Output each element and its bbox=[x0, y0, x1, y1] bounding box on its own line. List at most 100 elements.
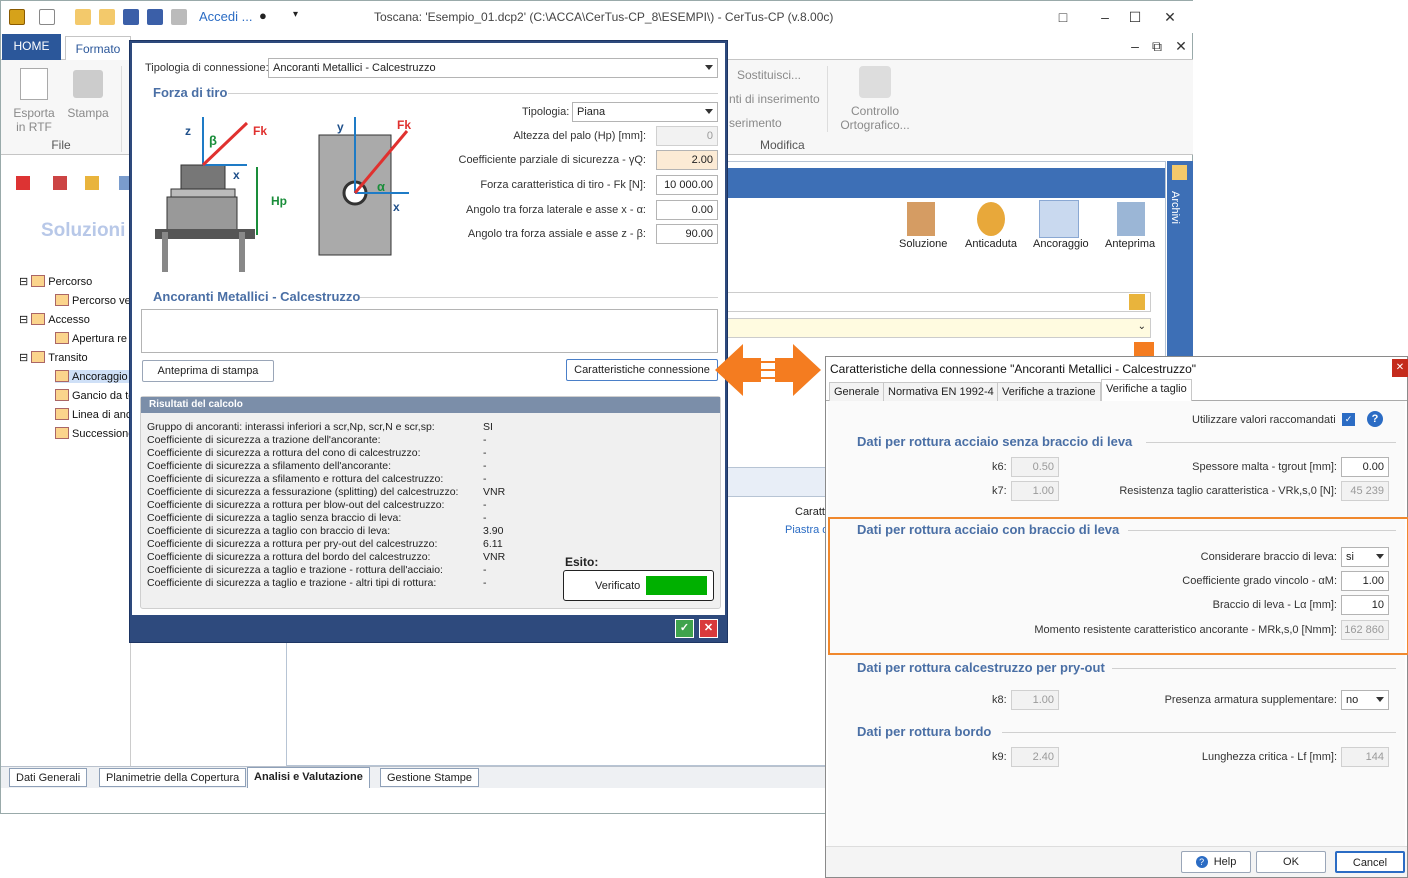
fig-y: y bbox=[337, 120, 344, 134]
tree-item-apertura[interactable]: Apertura re bbox=[55, 332, 127, 345]
spessore-field[interactable]: 0.00 bbox=[1341, 457, 1389, 477]
utilizzare-checkbox[interactable]: ✓ bbox=[1342, 413, 1355, 426]
tab-dati-generali[interactable]: Dati Generali bbox=[9, 768, 88, 787]
anteprima-toolbar-button[interactable]: Anteprima bbox=[1105, 238, 1155, 250]
tab-planimetrie[interactable]: Planimetrie della Copertura bbox=[99, 768, 247, 787]
grid-cell[interactable]: Piastra d bbox=[785, 524, 828, 536]
result-label: Gruppo di ancoranti: interassi inferiori… bbox=[147, 421, 435, 433]
resistenza-field[interactable]: 45 239 bbox=[1341, 481, 1389, 501]
tree-item-successione[interactable]: Successione bbox=[55, 427, 134, 440]
esito-indicator bbox=[646, 576, 707, 595]
delete-icon[interactable] bbox=[16, 176, 30, 190]
anticaduta-button[interactable]: Anticaduta bbox=[965, 238, 1017, 250]
result-value: - bbox=[483, 499, 487, 511]
save-all-icon[interactable] bbox=[147, 9, 163, 25]
cancel-dialog-button[interactable]: ✕ bbox=[699, 619, 718, 638]
import-icon[interactable] bbox=[53, 176, 67, 190]
new-file-icon[interactable] bbox=[39, 9, 55, 25]
selector-field[interactable]: ⌄ bbox=[727, 318, 1151, 338]
punti-inserimento-button[interactable]: nti di inserimento bbox=[729, 92, 820, 106]
ancoranti-title: Ancoranti Metallici - Calcestruzzo bbox=[153, 289, 361, 304]
sec-pry-out: Dati per rottura calcestruzzo per pry-ou… bbox=[857, 660, 1105, 675]
confirm-button[interactable]: ✓ bbox=[675, 619, 694, 638]
help-icon: ? bbox=[1195, 856, 1208, 868]
forza-tiro-field[interactable]: 10 000.00 bbox=[656, 175, 718, 195]
coeff-vincolo-field[interactable]: 1.00 bbox=[1341, 571, 1389, 591]
result-value: VNR bbox=[483, 486, 506, 498]
stampa-button[interactable]: Stampa bbox=[63, 106, 113, 120]
tipologia-select[interactable]: Piana bbox=[572, 102, 718, 122]
tree-item-linea[interactable]: Linea di anc bbox=[55, 408, 131, 421]
print-icon[interactable] bbox=[171, 9, 187, 25]
dialog2-footer: ? Help OK Cancel bbox=[826, 846, 1407, 877]
mdi-close-button[interactable]: ✕ bbox=[1167, 36, 1195, 56]
presenza-select[interactable]: no bbox=[1341, 690, 1389, 710]
result-label: Coefficiente di sicurezza a sfilamento e… bbox=[147, 473, 444, 485]
inserimento-button[interactable]: serimento bbox=[729, 116, 782, 130]
path-field[interactable] bbox=[727, 292, 1151, 312]
tab-verifiche-taglio[interactable]: Verifiche a taglio bbox=[1101, 379, 1192, 402]
restore-ribbon-icon[interactable]: □ bbox=[1049, 7, 1077, 27]
tab-gestione-stampe[interactable]: Gestione Stampe bbox=[380, 768, 479, 787]
item-icon bbox=[55, 427, 69, 439]
qa-dropdown-icon[interactable]: ▾ bbox=[293, 9, 298, 20]
tab-generale[interactable]: Generale bbox=[829, 382, 885, 401]
left-panel: Soluzioni ⊟ Percorso Percorso ve ⊟ Acces… bbox=[1, 156, 134, 766]
tab-formato[interactable]: Formato bbox=[65, 36, 131, 61]
k9-field[interactable]: 2.40 bbox=[1011, 747, 1059, 767]
sostituisci-button[interactable]: Sostituisci... bbox=[737, 68, 801, 82]
ancoranti-description bbox=[141, 309, 718, 353]
angolo-beta-label: Angolo tra forza assiale e asse z - β: bbox=[467, 228, 646, 240]
open-folder-2-icon[interactable] bbox=[99, 9, 115, 25]
braccio-field[interactable]: 10 bbox=[1341, 595, 1389, 615]
cancel-button[interactable]: Cancel bbox=[1335, 851, 1405, 873]
caratteristiche-connessione-button[interactable]: Caratteristiche connessione bbox=[566, 359, 718, 381]
tree-item-accesso[interactable]: ⊟ Accesso bbox=[19, 313, 90, 326]
ok-button[interactable]: OK bbox=[1256, 851, 1326, 873]
controllo-ortografico-button[interactable]: Controllo Ortografico... bbox=[835, 104, 915, 132]
coeff-parziale-field[interactable]: 2.00 bbox=[656, 150, 718, 170]
item-icon bbox=[55, 294, 69, 306]
momento-field[interactable]: 162 860 bbox=[1341, 620, 1389, 640]
spessore-label: Spessore malta - tgrout [mm]: bbox=[1192, 461, 1337, 473]
angolo-alpha-field[interactable]: 0.00 bbox=[656, 200, 718, 220]
tree-item-percorso-ve[interactable]: Percorso ve bbox=[55, 294, 131, 307]
altezza-palo-field[interactable]: 0 bbox=[656, 126, 718, 146]
archive-icon[interactable] bbox=[85, 176, 99, 190]
k7-field[interactable]: 1.00 bbox=[1011, 481, 1059, 501]
k8-field[interactable]: 1.00 bbox=[1011, 690, 1059, 710]
k6-field[interactable]: 0.50 bbox=[1011, 457, 1059, 477]
close-dialog2-button[interactable]: ✕ bbox=[1392, 359, 1408, 377]
tab-home[interactable]: HOME bbox=[2, 34, 61, 60]
braccio-label: Braccio di leva - Lα [mm]: bbox=[1212, 599, 1337, 611]
esporta-rtf-button[interactable]: Esporta in RTF bbox=[9, 106, 59, 134]
angolo-alpha-label: Angolo tra forza laterale e asse x - α: bbox=[465, 204, 646, 216]
angolo-beta-field[interactable]: 90.00 bbox=[656, 224, 718, 244]
accedi-link[interactable]: Accedi ... bbox=[199, 9, 252, 24]
section-divider bbox=[1112, 668, 1396, 669]
considerare-select[interactable]: si bbox=[1341, 547, 1389, 567]
maximize-button[interactable]: ☐ bbox=[1121, 7, 1149, 27]
help-circle-icon[interactable]: ? bbox=[1367, 411, 1383, 427]
browse-icon[interactable] bbox=[1129, 294, 1145, 310]
anteprima-stampa-button[interactable]: Anteprima di stampa bbox=[142, 360, 274, 382]
close-window-button[interactable]: ✕ bbox=[1156, 7, 1184, 27]
tree-item-ancoraggio[interactable]: Ancoraggio bbox=[55, 370, 132, 383]
tab-analisi[interactable]: Analisi e Valutazione bbox=[247, 767, 370, 788]
help-button[interactable]: ? Help bbox=[1181, 851, 1251, 873]
minimize-button[interactable]: – bbox=[1091, 7, 1119, 27]
open-folder-icon[interactable] bbox=[75, 9, 91, 25]
user-icon[interactable]: ● bbox=[259, 8, 267, 23]
tree-item-transito[interactable]: ⊟ Transito bbox=[19, 351, 88, 364]
ancoraggio-toolbar-button[interactable]: Ancoraggio bbox=[1033, 238, 1089, 250]
tree-item-percorso[interactable]: ⊟ Percorso bbox=[19, 275, 92, 288]
tipologia-connessione-select[interactable]: Ancoranti Metallici - Calcestruzzo bbox=[268, 58, 718, 78]
lunghezza-field[interactable]: 144 bbox=[1341, 747, 1389, 767]
tree-item-gancio[interactable]: Gancio da te bbox=[55, 389, 134, 402]
tool-icon[interactable] bbox=[119, 176, 129, 190]
tab-normativa[interactable]: Normativa EN 1992-4 bbox=[883, 382, 999, 401]
altezza-palo-label: Altezza del palo (Hp) [mm]: bbox=[513, 130, 646, 142]
tab-verifiche-trazione[interactable]: Verifiche a trazione bbox=[997, 382, 1101, 401]
soluzione-button[interactable]: Soluzione bbox=[899, 238, 947, 250]
save-icon[interactable] bbox=[123, 9, 139, 25]
